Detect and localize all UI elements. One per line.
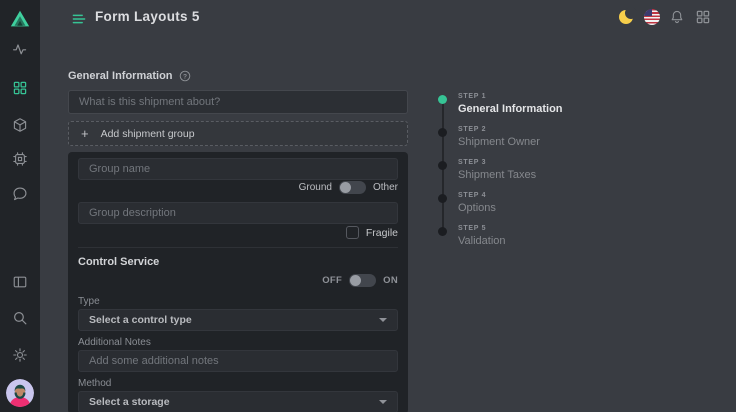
logo-triangle-icon (9, 8, 31, 30)
chat-bubble-icon (12, 186, 28, 202)
search-icon (12, 310, 28, 326)
method-label: Method (78, 378, 111, 389)
step-3[interactable]: STEP 3 Shipment Taxes (458, 159, 718, 181)
wizard-stepper: STEP 1 General Information STEP 2 Shipme… (434, 0, 734, 412)
card-divider (78, 247, 398, 248)
other-label: Other (373, 182, 398, 193)
user-avatar[interactable] (6, 379, 34, 407)
fragile-row: Fragile (346, 226, 398, 239)
group-name-input[interactable] (78, 158, 398, 180)
step-label: STEP 4 (458, 192, 718, 199)
sidebar-item-activity[interactable] (12, 41, 28, 57)
off-on-toggle[interactable] (349, 274, 376, 287)
step-label: STEP 5 (458, 225, 718, 232)
sidebar-item-settings[interactable] (12, 347, 28, 363)
section-heading: General Information ? (68, 70, 191, 82)
type-label: Type (78, 296, 100, 307)
help-circle-icon[interactable]: ? (179, 70, 191, 82)
ground-label: Ground (299, 182, 332, 193)
sidebar-item-chat[interactable] (12, 186, 28, 202)
svg-text:?: ? (183, 73, 187, 80)
step-dot (438, 227, 447, 236)
layout-panel-icon (12, 274, 28, 290)
on-label: ON (383, 275, 398, 286)
off-label: OFF (322, 275, 342, 286)
sidebar-item-components[interactable] (12, 117, 28, 133)
storage-value: Select a storage (89, 396, 379, 408)
section-title: General Information (68, 70, 173, 82)
page-title: Form Layouts 5 (95, 9, 200, 24)
activity-icon (12, 41, 28, 57)
fragile-label: Fragile (366, 227, 398, 239)
ground-other-toggle-row: Ground Other (299, 181, 398, 194)
ground-other-toggle[interactable] (339, 181, 366, 194)
step-dot (438, 194, 447, 203)
step-title: Shipment Owner (458, 136, 718, 148)
step-label: STEP 1 (458, 93, 718, 100)
step-5[interactable]: STEP 5 Validation (458, 225, 718, 247)
step-dot (438, 95, 447, 104)
add-shipment-group-button[interactable]: + Add shipment group (68, 121, 408, 146)
menu-toggle-icon[interactable] (71, 11, 87, 27)
sidebar (0, 0, 40, 412)
step-label: STEP 2 (458, 126, 718, 133)
sidebar-item-ui-features[interactable] (12, 151, 28, 167)
chevron-down-icon (379, 318, 387, 322)
step-dot (438, 161, 447, 170)
shipment-about-input[interactable] (68, 90, 408, 114)
group-description-input[interactable] (78, 202, 398, 224)
fragile-checkbox[interactable] (346, 226, 359, 239)
off-on-toggle-row: OFF ON (322, 274, 398, 287)
app-logo[interactable] (9, 8, 31, 30)
sidebar-item-layout-panel[interactable] (12, 274, 28, 290)
step-4[interactable]: STEP 4 Options (458, 192, 718, 214)
chevron-down-icon (379, 400, 387, 404)
sidebar-item-layouts[interactable] (12, 80, 28, 96)
avatar-image (6, 379, 34, 407)
grid-menu-icon (12, 80, 28, 96)
shipment-group-card: Ground Other Fragile Control Service OFF… (68, 152, 408, 412)
plus-icon: + (81, 127, 89, 140)
step-1[interactable]: STEP 1 General Information (458, 93, 718, 115)
add-shipment-group-label: Add shipment group (101, 128, 195, 140)
additional-notes-input[interactable] (78, 350, 398, 372)
step-title: Options (458, 202, 718, 214)
additional-notes-label: Additional Notes (78, 337, 151, 348)
step-title: Validation (458, 235, 718, 247)
step-title: Shipment Taxes (458, 169, 718, 181)
step-2[interactable]: STEP 2 Shipment Owner (458, 126, 718, 148)
chip-icon (12, 151, 28, 167)
control-type-value: Select a control type (89, 314, 379, 326)
gear-icon (12, 347, 28, 363)
sidebar-item-search[interactable] (12, 310, 28, 326)
control-service-title: Control Service (78, 256, 159, 268)
control-type-select[interactable]: Select a control type (78, 309, 398, 331)
cube-icon (12, 117, 28, 133)
step-dot (438, 128, 447, 137)
step-label: STEP 3 (458, 159, 718, 166)
step-title: General Information (458, 103, 718, 115)
storage-select[interactable]: Select a storage (78, 391, 398, 412)
